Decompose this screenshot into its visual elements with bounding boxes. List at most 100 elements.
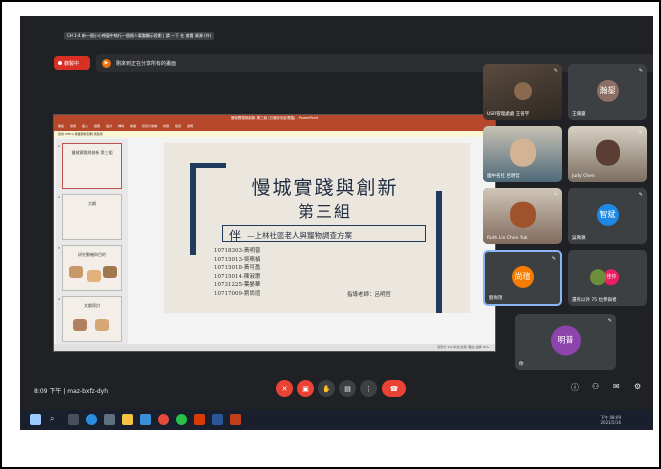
ribbon-tab: 繪圖 [94,124,101,128]
more-options-button[interactable]: ⋮ [360,380,377,397]
participant-tile[interactable]: ✎ Judy Chen [568,126,647,182]
member-id: 10718303-黃明普 [214,248,261,254]
thumb-label: 文獻探討 [84,303,100,308]
ribbon-tab: 檔案 [58,124,65,128]
slide-thumb: 3 研究動機與目的 [58,245,122,291]
participant-tile[interactable]: ✎ USR管理處處 王晉宇 [483,64,562,120]
camera-toggle-button[interactable]: ▣ [297,380,314,397]
info-icon[interactable]: ⓘ [571,382,579,393]
office-icon[interactable] [194,414,205,425]
participant-tile[interactable]: ✎ Ruth Lin Chen Yuk [483,188,562,244]
chat-icon[interactable]: ✉ [613,382,620,391]
slide-subtitle: 伴 —上林社區老人與寵物調查方案 [222,225,426,243]
meeting-info: 8:09 下午 | maz-bxfz-dyh [34,386,108,395]
present-icon: ▶ [102,58,111,68]
mic-off-icon: ✕ [281,384,288,393]
raise-hand-button[interactable]: ✋ [318,380,335,397]
hand-icon: ✋ [322,384,331,393]
advisor-label: 指導老師：呂明哲 [347,292,392,298]
activities-icon[interactable]: ⚙ [634,382,641,391]
ppt-ribbon: 檔案 常用 插入 繪圖 設計 轉場 動畫 投影片放映 校閱 檢視 說明 [54,121,495,131]
participant-tile[interactable]: 智斌 ✎ 吳珮禎 [568,188,647,244]
self-tile[interactable]: 明普 ✎ 你 [515,314,616,370]
camera-image [513,82,532,101]
hangup-icon: ☎ [389,384,399,393]
subtitle-main: 伴 [229,229,242,243]
ribbon-tab: 轉場 [118,124,125,128]
participant-tile[interactable]: 瀚鋆 ✎ 王瀚鋆 [568,64,647,120]
mic-off-icon: ✎ [638,130,643,136]
leave-call-button[interactable]: ☎ [382,380,406,397]
participant-photo [590,269,607,286]
ribbon-tab: 插入 [82,124,89,128]
participant-tile-active[interactable]: 尚瑄 ✎ 劉尚瑄 [483,250,562,306]
participant-name: Ruth Lin Chen Yuk [487,236,528,241]
thumb-label: 大綱 [88,201,96,206]
participant-avatar: 智斌 [596,203,619,226]
others-tile[interactable]: 佳伶 還有以外 75 位參與者 [568,250,647,306]
camera-image [509,201,536,228]
participant-name: 劉尚瑄 [489,296,503,301]
slide-thumbnails: 1 慢城實踐與創新 第三組 2 大綱 3 研究動機與目的 4 文獻探討 [56,139,128,345]
recording-badge[interactable]: 錄製中 [54,56,90,70]
explorer-icon[interactable] [104,414,115,425]
participant-name: 國中名社 呂明哲 [487,174,520,179]
powerpoint-icon[interactable] [230,414,241,425]
shared-screen: 慢城實踐與創新-第三組 (已儲存到此電腦) - PowerPoint 檔案 常用… [53,114,496,352]
participant-avatar: 明普 [550,325,581,356]
camera-image [509,138,536,167]
pet-image-icon [103,266,117,278]
line-icon[interactable] [176,414,187,425]
ribbon-tab: 設計 [106,124,113,128]
slide-thumb: 2 大綱 [58,194,122,240]
slide-title: 慢城實踐與創新 [251,177,399,199]
meeting-code: maz-bxfz-dyh [67,388,109,395]
people-icon[interactable]: ⚇ [592,382,599,391]
mic-off-icon: ✎ [551,256,556,262]
task-view-icon[interactable] [68,414,79,425]
participant-tile[interactable]: 國中名社 呂明哲 [483,126,562,182]
participant-name: 吳珮禎 [572,236,586,241]
mic-off-icon: ✎ [553,192,558,198]
member-id: 10715014-陳淑惠 [214,273,261,280]
start-icon[interactable] [30,414,41,425]
mic-off-icon: ✎ [638,68,643,74]
clock-date: 2021/5/16 [600,420,621,425]
ribbon-tab: 動畫 [130,124,137,128]
present-button[interactable]: ▤ [339,380,356,397]
meeting-time: 8:09 下午 [34,388,62,395]
member-list: 10718303-黃明普 10715013-吳珮禎 10715018-黃可盈 1… [214,247,260,298]
ribbon-tab: 投影片放映 [142,124,158,128]
participant-name: Judy Chen [572,174,595,179]
page-frame: CH 1-4 新一個小小視窗中執行一個個人電腦顯示投影 | 請 一下 在 查看 … [0,0,661,469]
mic-off-icon: ✎ [607,318,612,324]
thumb-number: 3 [58,246,60,250]
record-dot-icon [58,61,62,65]
folder-icon[interactable] [122,414,133,425]
presenting-text: 剛來到正在分享所有的畫面 [116,60,177,67]
camera-image [595,139,620,166]
subtitle-text: —上林社區老人與寵物調查方案 [247,231,352,240]
search-icon[interactable]: ⌕ [50,414,61,425]
camera-off-icon: ▣ [302,384,309,393]
meet-screen: CH 1-4 新一個小小視窗中執行一個個人電腦顯示投影 | 請 一下 在 查看 … [20,16,653,430]
ribbon-tab: 檢視 [175,124,182,128]
recording-label: 錄製中 [64,60,80,67]
participant-name: USR管理處處 王晉宇 [487,112,530,117]
system-clock[interactable]: 下午 08:09 2021/5/16 [600,415,621,425]
participant-avatar: 瀚鋆 [596,79,619,102]
mic-toggle-button[interactable]: ✕ [276,380,293,397]
edge-icon[interactable] [86,414,97,425]
license-notice: 您的 Office 授權即將到期 請啟用 [54,131,495,137]
store-icon[interactable] [140,414,151,425]
ppt-status-bar: 投影片 1/9 中文(台灣) 備註 註解 70% [54,344,495,351]
chrome-icon[interactable] [158,414,169,425]
member-id: 10715018-黃可盈 [214,265,261,271]
participant-name: 還有以外 75 位參與者 [572,298,617,303]
word-icon[interactable] [212,414,223,425]
taskbar: ⌕ 下午 08:09 2021/5/16 [20,410,653,430]
window-tooltip: CH 1-4 新一個小小視窗中執行一個個人電腦顯示投影 | 請 一下 在 查看 … [64,32,215,40]
deco-bar [190,163,226,168]
member-id: 10717009-劉尚瑄 [214,290,261,297]
participant-avatar: 尚瑄 [511,265,534,288]
